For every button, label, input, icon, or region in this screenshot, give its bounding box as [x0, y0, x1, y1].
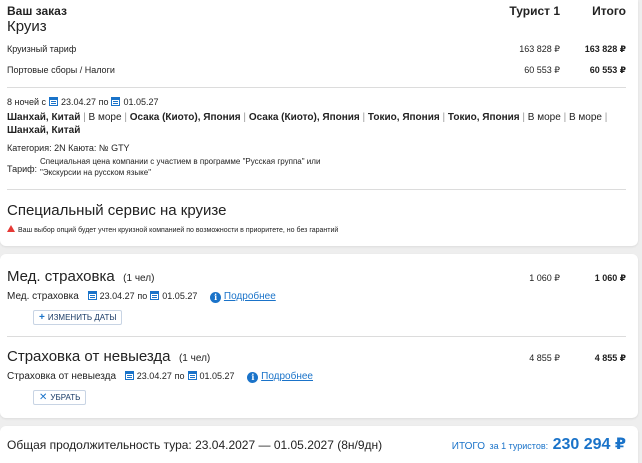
divider — [7, 87, 626, 88]
insurance-title: Мед. страховка — [7, 268, 115, 285]
date-from: 23.04.27 — [136, 371, 172, 381]
insurance-details: Страховка от невыезда 23.04.27 по 01.05.2… — [7, 371, 313, 383]
route-port: Шанхай, Китай — [7, 112, 81, 123]
insurance-total-price: 1 060 ₽ — [594, 273, 626, 283]
calendar-icon — [124, 371, 134, 380]
tariff-text-line2: "Экскурсии на русском языке" — [40, 168, 152, 177]
grand-total: ИТОГО за 1 туристов: 230 294 ₽ — [430, 434, 626, 454]
route-line: Шанхай, Китай | В море | Осака (Киото), … — [7, 112, 608, 123]
divider — [7, 189, 626, 190]
date-to-word: по — [98, 97, 109, 107]
order-header: Ваш заказ — [7, 4, 67, 18]
insurance-title-row: Страховка от невыезда (1 чел) — [7, 348, 210, 366]
insurance-total-price: 4 855 ₽ — [594, 353, 626, 363]
special-service-note: Ваш выбор опций будет учтен круизной ком… — [7, 225, 338, 234]
cruise-dates: 8 ночей с 23.04.27 по 01.05.27 — [7, 97, 159, 107]
date-to: 01.05.27 — [123, 97, 159, 107]
insurance-card: Мед. страховка (1 чел) 1 060 ₽ 1 060 ₽ М… — [0, 254, 638, 418]
price-row-total: 163 828 ₽ — [584, 44, 626, 54]
date-to: 01.05.27 — [162, 291, 198, 301]
price-row-total: 60 553 ₽ — [589, 65, 626, 75]
route-port: Шанхай, Китай — [7, 125, 81, 136]
change-dates-button[interactable]: + Изменить даты — [33, 310, 123, 325]
col-tourist-header: Турист 1 — [509, 4, 560, 18]
tour-duration: Общая продолжительность тура: 23.04.2027… — [7, 438, 383, 452]
nights-label: 8 ночей с — [7, 97, 47, 107]
insurance-title: Страховка от невыезда — [7, 348, 171, 365]
insurance-sub-label: Страховка от невыезда — [7, 371, 117, 382]
insurance-details-link[interactable]: Подробнее — [261, 371, 313, 382]
price-row-label: Портовые сборы / Налоги — [7, 65, 115, 75]
insurance-sub-label: Мед. страховка — [7, 291, 79, 302]
date-from: 23.04.27 — [99, 291, 135, 301]
insurance-persons: (1 чел) — [123, 273, 155, 284]
warning-icon — [7, 225, 15, 232]
total-value: 230 294 ₽ — [552, 436, 626, 453]
calendar-icon — [150, 291, 160, 300]
price-row-tourist: 163 828 ₽ — [519, 44, 560, 54]
insurance-tourist-price: 4 855 ₽ — [529, 353, 560, 363]
info-icon[interactable]: i — [210, 292, 222, 303]
divider — [7, 336, 626, 337]
insurance-tourist-price: 1 060 ₽ — [529, 273, 560, 283]
order-card: Ваш заказ Круиз Турист 1 Итого Круизный … — [0, 0, 638, 246]
cabin-category: Категория: 2N Каюта: № GTY — [7, 143, 130, 153]
remove-button[interactable]: ✕ Убрать — [33, 390, 87, 405]
tariff-text-line1: Специальная цена компании с участием в п… — [40, 157, 321, 166]
insurance-persons: (1 чел) — [178, 353, 211, 364]
info-icon[interactable]: i — [247, 372, 259, 383]
total-for-label: за 1 туристов: — [489, 441, 549, 451]
price-row-tourist: 60 553 ₽ — [524, 65, 560, 75]
calendar-icon — [187, 371, 197, 380]
insurance-details-link[interactable]: Подробнее — [224, 291, 276, 302]
calendar-icon — [49, 97, 59, 106]
tariff-label: Тариф: — [7, 164, 38, 174]
date-to-word: по — [174, 371, 185, 381]
date-to: 01.05.27 — [199, 371, 235, 381]
footer-card: Общая продолжительность тура: 23.04.2027… — [0, 426, 638, 463]
plus-icon: + — [39, 312, 45, 323]
close-icon: ✕ — [39, 392, 48, 403]
route-port: Токио, Япония — [367, 112, 440, 123]
calendar-icon — [111, 97, 121, 106]
route-port: В море — [568, 112, 602, 123]
total-label: ИТОГО — [451, 441, 486, 452]
calendar-icon — [87, 291, 97, 300]
date-to-word: по — [137, 291, 148, 301]
special-service-title: Специальный сервис на круизе — [7, 202, 227, 219]
route-port: Осака (Киото), Япония — [248, 112, 360, 123]
route-port: Осака (Киото), Япония — [129, 112, 241, 123]
route-port: В море — [527, 112, 561, 123]
order-subheader: Круиз — [7, 18, 47, 35]
col-total-header: Итого — [592, 4, 626, 18]
date-from: 23.04.27 — [61, 97, 97, 107]
route-port: В море — [88, 112, 122, 123]
insurance-details: Мед. страховка 23.04.27 по 01.05.27 i Под… — [7, 291, 276, 303]
insurance-title-row: Мед. страховка (1 чел) — [7, 268, 154, 286]
route-port: Токио, Япония — [447, 112, 520, 123]
price-row-label: Круизный тариф — [7, 44, 77, 54]
